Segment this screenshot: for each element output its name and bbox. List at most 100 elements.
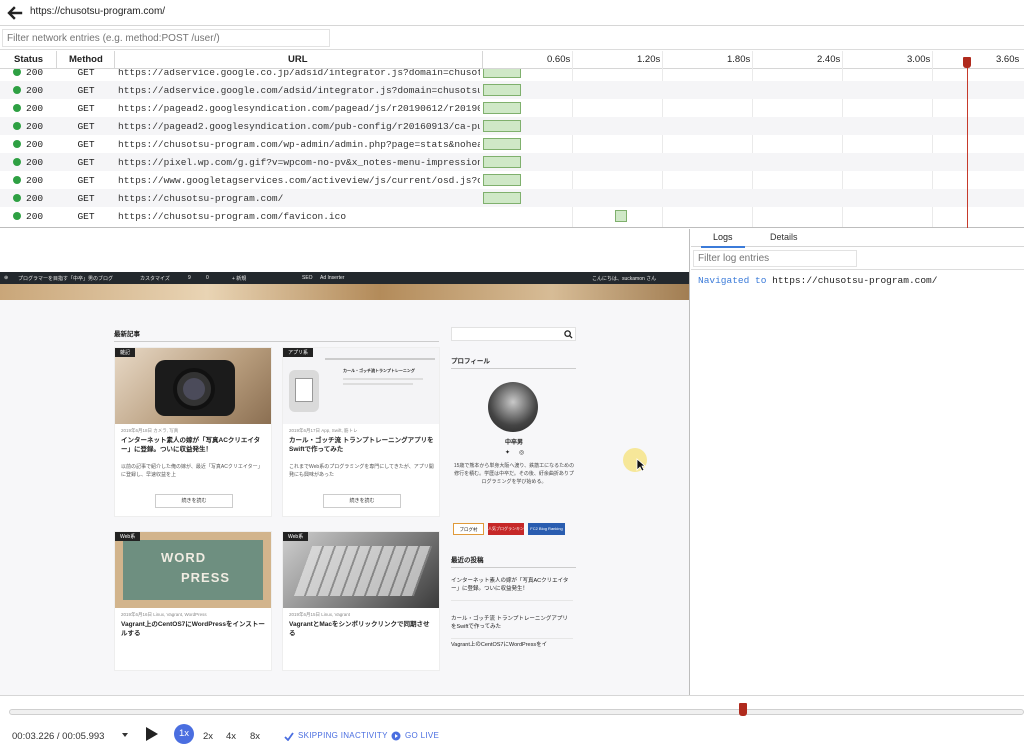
speed-2x-button[interactable]: 2x: [203, 731, 213, 742]
log-filter-input[interactable]: [693, 250, 857, 267]
playback-scrubber[interactable]: [9, 709, 1024, 715]
network-row[interactable]: 200 GET https://pagead2.googlesyndication.…: [0, 117, 1024, 135]
method-column-header[interactable]: Method: [69, 54, 103, 65]
article-title[interactable]: Vagrant上のCentOS7にWordPressをインストールする: [121, 620, 267, 638]
article-card[interactable]: Web系 2019年6月15日 Linux, Vagrant VagrantとM…: [282, 531, 440, 671]
page-url: https://chusotsu-program.com/: [30, 6, 166, 17]
image-text-press: PRESS: [181, 570, 231, 585]
network-row[interactable]: 200 GET https://adservice.google.co.jp/ads…: [0, 69, 1024, 81]
admin-customize[interactable]: カスタマイズ: [140, 275, 170, 282]
article-excerpt: 以前の記事で紹介した俺の嫁が、最近「写真ACクリエイター」に登録し、早速収益を上: [121, 464, 263, 478]
log-entry-url[interactable]: https://chusotsu-program.com/: [772, 275, 937, 286]
timeline-playhead-marker[interactable]: [963, 57, 971, 68]
request-timing-bar: [483, 192, 521, 204]
session-replay-viewport[interactable]: ⊕ プログラマーを目指す「中卒」男のブログ カスタマイズ 9 0 + 新規 SE…: [0, 229, 690, 695]
article-card[interactable]: カール・ゴッチ流トランプトレーニング アプリ系 2019年6月17日 App, …: [282, 347, 440, 517]
network-row[interactable]: 200 GET https://chusotsu-program.com/favic…: [0, 207, 1024, 225]
admin-site-name[interactable]: プログラマーを目指す「中卒」男のブログ: [18, 275, 113, 282]
article-card[interactable]: 雑記 2019年6月18日 カメラ, 写真 インターネット素人の嫁が「写真ACク…: [114, 347, 272, 517]
app-screenshot: カール・ゴッチ流トランプトレーニング アプリ系: [283, 348, 439, 424]
back-arrow-icon[interactable]: [6, 4, 24, 22]
recent-post-link[interactable]: カール・ゴッチ流 トランプトレーニングアプリをSwiftで作ってみた: [451, 615, 573, 639]
play-circle-icon: [391, 731, 401, 741]
status-ok-icon: [13, 140, 21, 148]
log-entry-keyword: Navigated to: [698, 275, 767, 286]
article-title[interactable]: VagrantとMacをシンボリックリンクで同期させる: [289, 620, 435, 638]
site-search-input[interactable]: [451, 327, 576, 341]
network-row[interactable]: 200 GET https://pixel.wp.com/g.gif?v=wpcom…: [0, 153, 1024, 171]
article-date: 2019年6月18日 カメラ, 写真: [121, 428, 179, 433]
instagram-icon[interactable]: ◎: [519, 449, 524, 456]
request-timing-bar: [615, 210, 627, 222]
category-badge: アプリ系: [283, 348, 314, 357]
network-row[interactable]: 200 GET https://www.googletagservices.com/…: [0, 171, 1024, 189]
network-row[interactable]: 200 GET https://pagead2.googlesyndication.…: [0, 99, 1024, 117]
recent-posts-heading: 最近の投稿: [451, 554, 576, 568]
divider: [691, 269, 1024, 270]
scrubber-thumb[interactable]: [739, 703, 747, 716]
skip-inactivity-toggle[interactable]: SKIPPING INACTIVITY: [298, 731, 388, 740]
timeline-tick: 0.60s: [547, 54, 571, 65]
timecode: 00:03.226 / 00:05.993: [12, 731, 105, 742]
network-row[interactable]: 200 GET https://chusotsu-program.com/: [0, 189, 1024, 207]
search-icon[interactable]: [564, 330, 573, 339]
row-status: 200: [26, 211, 44, 222]
article-title[interactable]: カール・ゴッチ流 トランプトレーニングアプリをSwiftで作ってみた: [289, 436, 435, 454]
row-status: 200: [26, 85, 44, 96]
status-ok-icon: [13, 194, 21, 202]
chevron-down-icon[interactable]: [122, 733, 128, 737]
row-method: GET: [77, 103, 95, 114]
admin-new[interactable]: + 新規: [232, 275, 246, 282]
ranking-badge[interactable]: 人気ブログランキング: [488, 523, 524, 535]
recent-articles-heading: 最新記事: [114, 328, 439, 342]
network-filter-input[interactable]: [2, 29, 330, 47]
row-method: GET: [77, 69, 95, 78]
recent-post-link[interactable]: Vagrant上のCentOS7にWordPressをイ: [451, 641, 573, 649]
admin-ad-inserter[interactable]: Ad Inserter: [320, 275, 344, 281]
article-title[interactable]: インターネット素人の嫁が「写真ACクリエイター」に登録。ついに収益発生！: [121, 436, 267, 454]
speed-8x-button[interactable]: 8x: [250, 731, 260, 742]
speed-1x-button[interactable]: 1x: [174, 724, 194, 744]
status-ok-icon: [13, 104, 21, 112]
article-date: 2019年6月15日 Linux, Vagrant: [289, 612, 350, 617]
admin-seo[interactable]: SEO: [302, 275, 313, 281]
network-row[interactable]: 200 GET https://chusotsu-program.com/wp-ad…: [0, 135, 1024, 153]
row-url: https://pixel.wp.com/g.gif?v=wpcom-no-pv…: [118, 157, 480, 168]
tab-details[interactable]: Details: [770, 232, 798, 242]
status-ok-icon: [13, 69, 21, 76]
row-url: https://chusotsu-program.com/wp-admin/ad…: [118, 139, 480, 150]
app-screen-title: カール・ゴッチ流トランプトレーニング: [343, 368, 415, 373]
tab-logs[interactable]: Logs: [701, 232, 744, 248]
category-badge: Web系: [283, 532, 309, 541]
admin-greeting[interactable]: こんにちは、suckamon さん: [592, 275, 656, 282]
timeline-tick: 1.80s: [727, 54, 751, 65]
speed-4x-button[interactable]: 4x: [226, 731, 236, 742]
play-icon[interactable]: [146, 727, 158, 741]
row-url: https://pagead2.googlesyndication.com/pa…: [118, 103, 480, 114]
recent-post-link[interactable]: インターネット素人の嫁が「写真ACクリエイター」に登録。ついに収益発生！: [451, 577, 573, 601]
network-row[interactable]: 200 GET https://adservice.google.com/adsid…: [0, 81, 1024, 99]
row-method: GET: [77, 121, 95, 132]
article-card[interactable]: WORD PRESS Web系 2019年6月16日 Linux, Vagran…: [114, 531, 272, 671]
admin-updates[interactable]: 9: [188, 275, 191, 281]
read-more-button[interactable]: 続きを読む: [155, 494, 233, 508]
keyboard-photo: Web系: [283, 532, 439, 608]
twitter-icon[interactable]: ✦: [505, 449, 510, 456]
network-filter-row: [0, 27, 1024, 50]
go-live-button[interactable]: GO LIVE: [405, 731, 439, 740]
url-bar: https://chusotsu-program.com/: [0, 0, 1024, 26]
row-method: GET: [77, 193, 95, 204]
url-column-header[interactable]: URL: [288, 54, 308, 65]
status-ok-icon: [13, 212, 21, 220]
blogmura-badge[interactable]: ブログ村: [453, 523, 484, 535]
row-method: GET: [77, 139, 95, 150]
read-more-button[interactable]: 続きを読む: [323, 494, 401, 508]
status-ok-icon: [13, 122, 21, 130]
row-status: 200: [26, 69, 44, 78]
row-method: GET: [77, 211, 95, 222]
fc2-badge[interactable]: FC2 Blog Ranking: [528, 523, 565, 535]
category-badge: 雑記: [115, 348, 136, 357]
admin-comments[interactable]: 0: [206, 275, 209, 281]
status-column-header[interactable]: Status: [14, 54, 43, 65]
article-date: 2019年6月16日 Linux, Vagrant, WordPress: [121, 612, 207, 617]
